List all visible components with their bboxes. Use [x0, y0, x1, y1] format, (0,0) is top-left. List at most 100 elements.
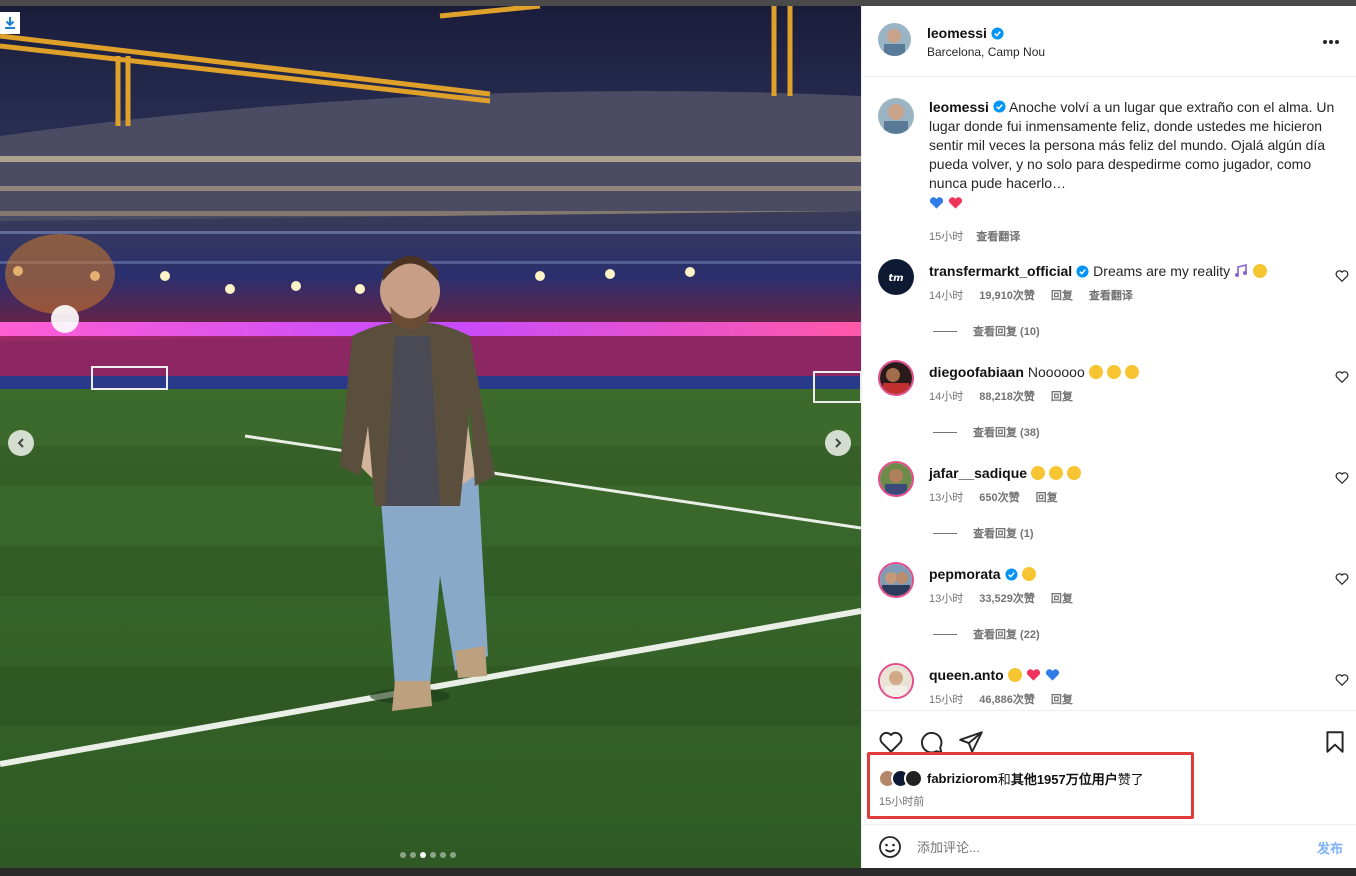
browser-bottom-strip: [0, 868, 1356, 876]
post-media[interactable]: [0, 6, 861, 868]
slide-dot: [440, 852, 446, 858]
red-heart-emoji: [948, 197, 962, 209]
download-icon: [5, 17, 15, 29]
likes-summary[interactable]: fabriziorom 和其他1957万位用户 赞了: [878, 769, 1144, 788]
comment-time: 13小时: [929, 492, 964, 504]
crying-face-emoji: [1124, 365, 1139, 379]
post-actions: fabriziorom 和其他1957万位用户 赞了 15小时前: [862, 710, 1356, 824]
crying-face-emoji: [1106, 365, 1121, 379]
caption-username[interactable]: leomessi: [929, 99, 989, 115]
liked-by-username[interactable]: fabriziorom: [927, 771, 998, 786]
comment-text: Dreams are my reality: [1093, 263, 1231, 279]
view-replies-button[interactable]: 查看回复 (22): [933, 626, 1040, 642]
comment-likes[interactable]: 88,218次赞: [979, 388, 1035, 404]
heart-eyes-emoji: [1031, 466, 1046, 480]
previous-slide-button[interactable]: [8, 430, 34, 456]
caption-meta: 15小时 查看翻译: [929, 228, 1020, 244]
caption-emojis: [929, 196, 1339, 215]
comment-like-heart-icon[interactable]: [1335, 269, 1349, 283]
blue-heart-emoji: [1045, 669, 1059, 681]
add-comment-bar: 发布: [862, 824, 1356, 868]
replies-divider-line: [933, 532, 957, 534]
comment-like-heart-icon[interactable]: [1335, 471, 1349, 485]
comment-icon[interactable]: [918, 729, 944, 755]
comment-reply-button[interactable]: 回复: [1051, 590, 1073, 606]
comment-likes[interactable]: 650次赞: [979, 489, 1019, 505]
comment-translate-link[interactable]: 查看翻译: [1089, 287, 1133, 303]
heart-eyes-emoji: [1067, 466, 1082, 480]
comment-like-heart-icon[interactable]: [1335, 370, 1349, 384]
comment-meta: 13小时 33,529次赞 回复: [929, 590, 1073, 606]
next-slide-button[interactable]: [825, 430, 851, 456]
liker-avatars: [878, 769, 923, 788]
more-options-button[interactable]: [1320, 32, 1342, 52]
view-replies-label[interactable]: 查看回复 (38): [973, 424, 1040, 440]
download-button[interactable]: [0, 12, 20, 34]
comment-likes[interactable]: 19,910次赞: [979, 287, 1035, 303]
smile-icon[interactable]: [878, 835, 902, 859]
comment-reply-button[interactable]: 回复: [1051, 388, 1073, 404]
view-replies-label[interactable]: 查看回复 (22): [973, 626, 1040, 642]
comment-avatar[interactable]: tm: [878, 259, 914, 295]
post-location[interactable]: Barcelona, Camp Nou: [927, 45, 1045, 59]
view-replies-button[interactable]: 查看回复 (10): [933, 323, 1040, 339]
heart-eyes-emoji: [1049, 466, 1064, 480]
comment-line: pepmorata: [929, 566, 1036, 582]
comment-username[interactable]: pepmorata: [929, 566, 1001, 582]
post-comment-button[interactable]: 发布: [1317, 838, 1343, 857]
slide-dot: [450, 852, 456, 858]
flushed-face-emoji: [1021, 567, 1036, 581]
comment-avatar[interactable]: [878, 360, 914, 396]
comment-avatar[interactable]: [878, 562, 914, 598]
likes-suffix: 赞了: [1117, 772, 1144, 787]
comment-reply-button[interactable]: 回复: [1051, 691, 1073, 707]
comment-time: 14小时: [929, 391, 964, 403]
svg-text:tm: tm: [888, 273, 903, 284]
pleading-face-emoji: [1253, 264, 1268, 278]
caption-time: 15小时: [929, 231, 964, 243]
comments-list[interactable]: leomessi Anoche volví a un lugar que ext…: [862, 78, 1356, 710]
replies-divider-line: [933, 431, 957, 433]
music-notes-emoji: [1235, 264, 1248, 277]
bookmark-icon[interactable]: [1322, 729, 1348, 755]
comment-username[interactable]: jafar__sadique: [929, 465, 1027, 481]
comment-like-heart-icon[interactable]: [1335, 673, 1349, 687]
more-horizontal-icon: [1323, 40, 1327, 44]
caption-translate-link[interactable]: 查看翻译: [976, 228, 1020, 244]
comment-reply-button[interactable]: 回复: [1036, 489, 1058, 505]
likes-others[interactable]: 其他1957万位用户: [1011, 769, 1118, 788]
comment-username[interactable]: queen.anto: [929, 667, 1004, 683]
heart-icon[interactable]: [878, 729, 904, 755]
comment-likes[interactable]: 33,529次赞: [979, 590, 1035, 606]
pleading-face-emoji: [1007, 668, 1022, 682]
comment-text: Noooooo: [1027, 364, 1085, 380]
view-replies-label[interactable]: 查看回复 (10): [973, 323, 1040, 339]
comment-username[interactable]: diegoofabiaan: [929, 364, 1024, 380]
comment-time: 14小时: [929, 290, 964, 302]
slide-dot-active: [420, 852, 426, 858]
post-time-ago[interactable]: 15小时前: [879, 793, 924, 809]
view-replies-button[interactable]: 查看回复 (1): [933, 525, 1034, 541]
comment-avatar[interactable]: [878, 663, 914, 699]
comment-avatar[interactable]: [878, 461, 914, 497]
send-icon[interactable]: [958, 729, 984, 755]
author-username-row[interactable]: leomessi: [927, 25, 1004, 41]
author-avatar[interactable]: [878, 23, 911, 56]
post-header: leomessi Barcelona, Camp Nou: [862, 6, 1356, 77]
comment-reply-button[interactable]: 回复: [1051, 287, 1073, 303]
comment-like-heart-icon[interactable]: [1335, 572, 1349, 586]
author-username[interactable]: leomessi: [927, 25, 987, 41]
view-replies-button[interactable]: 查看回复 (38): [933, 424, 1040, 440]
comment-likes[interactable]: 46,886次赞: [979, 691, 1035, 707]
comment-username[interactable]: transfermarkt_official: [929, 263, 1072, 279]
stadium-photo: [0, 6, 861, 868]
view-replies-label[interactable]: 查看回复 (1): [973, 525, 1034, 541]
blue-heart-emoji: [929, 197, 944, 209]
comment-meta: 14小时 88,218次赞 回复: [929, 388, 1073, 404]
add-comment-input[interactable]: [917, 837, 1297, 857]
comment-time: 13小时: [929, 593, 964, 605]
verified-badge-icon: [1076, 264, 1089, 278]
crying-face-emoji: [1088, 365, 1103, 379]
caption-avatar[interactable]: [878, 98, 914, 134]
replies-divider-line: [933, 330, 957, 332]
